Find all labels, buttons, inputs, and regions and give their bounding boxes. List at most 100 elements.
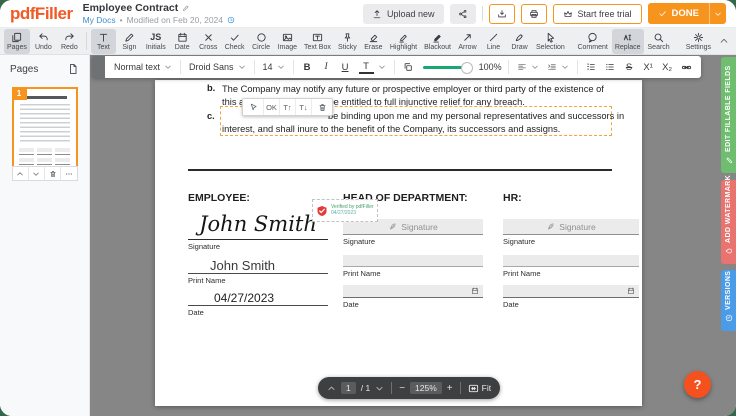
paragraph-style-dropdown[interactable]: Normal text — [112, 62, 174, 72]
tool-line[interactable]: Line — [481, 29, 506, 54]
subscript-button[interactable]: X₂ — [660, 59, 675, 75]
upload-new-button[interactable]: Upload new — [363, 4, 444, 24]
tab-edit-fillable-fields[interactable]: EDIT FILLABLE FIELDS — [721, 57, 736, 173]
underline-button[interactable]: U — [338, 59, 353, 75]
page-more-options-button[interactable] — [61, 167, 76, 180]
pdffiller-logo: pdfFiller — [10, 4, 73, 24]
tool-sign[interactable]: Sign — [117, 29, 142, 54]
zoom-in-button[interactable]: + — [447, 383, 453, 394]
text-color-dropdown[interactable]: T — [357, 61, 388, 74]
chevron-down-icon — [531, 63, 539, 71]
initials-icon: JS — [150, 32, 161, 43]
verified-stamp[interactable]: Verified by pdfFiller 04/27/2023 — [312, 199, 378, 222]
hod-print-name-field[interactable] — [343, 255, 483, 267]
tool-sticky[interactable]: Sticky — [335, 29, 360, 54]
calendar-icon — [471, 287, 479, 295]
hod-date-field[interactable] — [343, 285, 483, 298]
collapse-toolbar-button[interactable] — [716, 33, 732, 49]
ok-button[interactable]: OK — [264, 99, 280, 115]
bullet-list-button[interactable] — [603, 59, 618, 75]
tool-blackout[interactable]: Blackout — [421, 29, 454, 54]
page-number-input[interactable]: 1 — [341, 382, 356, 394]
tab-add-watermark[interactable]: ADD WATERMARK — [721, 180, 736, 264]
move-page-up-button[interactable] — [13, 167, 29, 180]
hr-print-name-field[interactable] — [503, 255, 639, 267]
delete-page-button[interactable] — [45, 167, 61, 180]
tool-draw[interactable]: Draw — [507, 29, 532, 54]
toolbar-group-nav: PagesUndoRedo — [4, 29, 82, 54]
tool-initials[interactable]: JSInitials — [143, 29, 169, 54]
tool-redo[interactable]: Redo — [57, 29, 82, 54]
section-divider-line — [188, 169, 612, 171]
link-button[interactable] — [679, 59, 694, 75]
share-button[interactable] — [450, 4, 476, 24]
document-info: Employee Contract My Docs • Modified on … — [83, 2, 235, 25]
employee-heading: EMPLOYEE: — [188, 192, 328, 206]
tool-arrow[interactable]: Arrow — [455, 29, 480, 54]
strikethrough-button[interactable]: S — [622, 59, 637, 75]
tool-settings[interactable]: Settings — [683, 29, 714, 54]
font-size-dropdown[interactable]: 14 — [261, 62, 287, 72]
edit-title-icon[interactable] — [182, 4, 190, 12]
done-button[interactable]: DONE — [648, 3, 709, 24]
new-page-icon[interactable] — [67, 63, 79, 75]
ordered-list-button[interactable] — [584, 59, 599, 75]
download-button[interactable] — [489, 4, 515, 24]
done-dropdown-button[interactable] — [709, 3, 726, 24]
my-docs-link[interactable]: My Docs — [83, 15, 116, 25]
opacity-slider[interactable] — [423, 66, 469, 69]
tool-pages[interactable]: Pages — [4, 29, 30, 54]
print-button[interactable] — [521, 4, 547, 24]
superscript-button[interactable]: X¹ — [641, 59, 656, 75]
more-dots-icon — [61, 170, 76, 178]
help-button[interactable]: ? — [684, 371, 711, 398]
tool-selection[interactable]: Selection — [533, 29, 568, 54]
tool-check[interactable]: Check — [222, 29, 248, 54]
employee-signature-value[interactable]: John Smith — [188, 207, 328, 240]
next-page-button[interactable] — [375, 384, 384, 393]
increase-text-button[interactable]: T↑ — [280, 99, 296, 115]
start-free-trial-button[interactable]: Start free trial — [553, 4, 642, 24]
crown-icon — [563, 9, 573, 19]
toolbar-divider — [86, 32, 87, 50]
arrow-icon — [462, 32, 473, 43]
search-icon — [653, 32, 664, 43]
decrease-text-button[interactable]: T↓ — [296, 99, 312, 115]
tool-erase[interactable]: Erase — [361, 29, 386, 54]
previous-page-button[interactable] — [327, 384, 336, 393]
paragraph-c-line1: be binding upon me and my personal repre… — [328, 110, 624, 123]
tool-comment[interactable]: Comment — [574, 29, 610, 54]
duplicate-button[interactable] — [401, 59, 416, 75]
feather-icon — [388, 222, 397, 231]
move-text-button[interactable] — [243, 99, 264, 115]
tool-highlight[interactable]: Highlight — [387, 29, 420, 54]
tool-cross[interactable]: Cross — [196, 29, 221, 54]
tab-versions[interactable]: VERSIONS — [721, 270, 736, 331]
font-family-dropdown[interactable]: Droid Sans — [187, 62, 248, 72]
tool-circle[interactable]: Circle — [249, 29, 274, 54]
tool-text-box[interactable]: Text Box — [301, 29, 334, 54]
page-thumbnail[interactable]: 1 — [12, 87, 78, 181]
zoom-out-button[interactable]: − — [399, 383, 405, 394]
indent-dropdown[interactable] — [545, 62, 571, 72]
history-clock-icon[interactable] — [227, 16, 235, 24]
employee-print-name-value[interactable]: John Smith — [188, 258, 328, 274]
align-dropdown[interactable] — [515, 62, 541, 72]
tool-date[interactable]: Date — [170, 29, 195, 54]
delete-text-button[interactable] — [312, 99, 332, 115]
tool-replace[interactable]: Replace — [612, 29, 644, 54]
fit-to-width-button[interactable]: Fit — [468, 383, 491, 394]
italic-button[interactable]: I — [319, 59, 334, 75]
chevron-down-icon — [29, 170, 44, 178]
tool-image[interactable]: Image — [275, 29, 300, 54]
tool-undo[interactable]: Undo — [31, 29, 56, 54]
format-toolbar-handle[interactable] — [92, 56, 105, 78]
hr-date-field[interactable] — [503, 285, 639, 298]
employee-date-value[interactable]: 04/27/2023 — [188, 291, 328, 306]
hr-signature-field[interactable]: Signature — [503, 219, 639, 234]
tool-text[interactable]: Text — [91, 29, 116, 54]
bold-button[interactable]: B — [300, 59, 315, 75]
move-page-down-button[interactable] — [29, 167, 45, 180]
tool-search[interactable]: Search — [645, 29, 673, 54]
zoom-level-input[interactable]: 125% — [410, 382, 442, 394]
